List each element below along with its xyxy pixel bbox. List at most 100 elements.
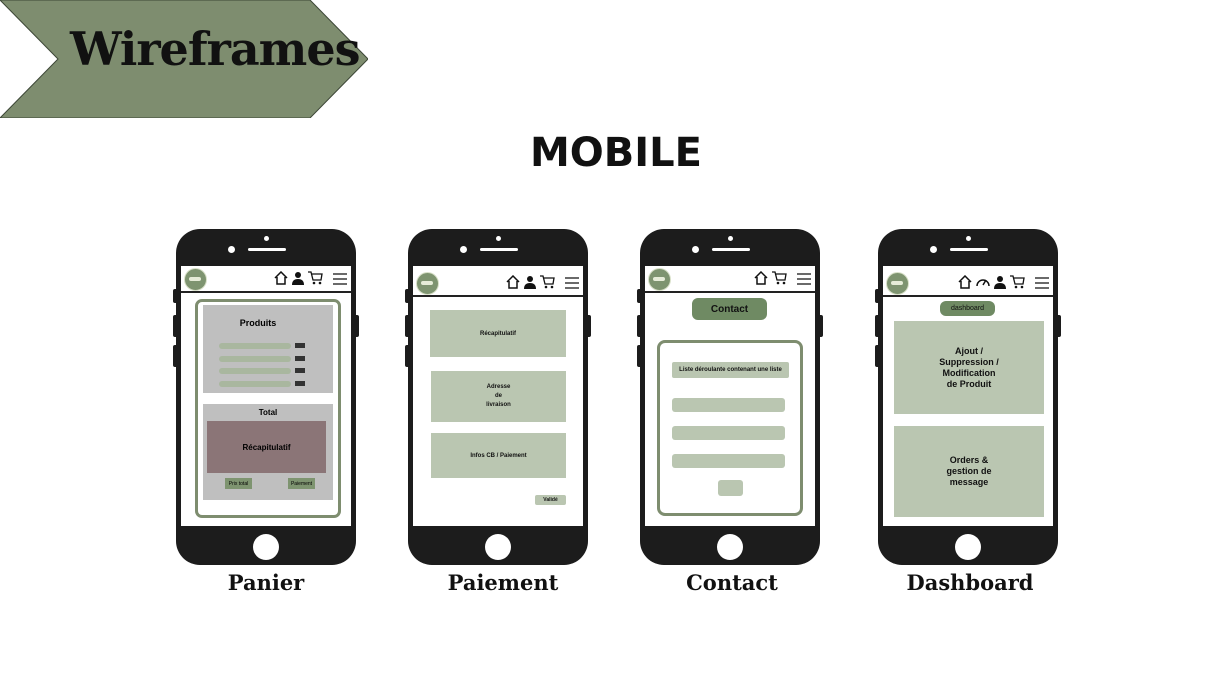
logo[interactable] xyxy=(184,268,207,291)
screen: Contact Liste déroulante contenant une l… xyxy=(645,266,815,526)
total-panel: Total Récapitulatif Prix total Paiement xyxy=(203,404,333,500)
quantity-control[interactable] xyxy=(295,381,305,386)
total-title: Total xyxy=(258,408,278,417)
orders-messages-card[interactable]: Orders & gestion de message xyxy=(894,426,1044,517)
home-button[interactable] xyxy=(955,534,981,560)
contact-title-button[interactable]: Contact xyxy=(692,298,767,320)
paiement-button[interactable]: Paiement xyxy=(288,478,315,489)
home-button[interactable] xyxy=(253,534,279,560)
valide-button[interactable]: Validé xyxy=(535,495,566,505)
screen: Produits Total Récapitulatif Prix total … xyxy=(181,266,351,526)
adresse-card[interactable]: Adresse de livraison xyxy=(431,371,566,422)
camera-dot xyxy=(460,246,467,253)
products-title: Produits xyxy=(239,318,277,328)
camera-dot xyxy=(264,236,269,241)
camera-dot xyxy=(496,236,501,241)
camera-dot xyxy=(930,246,937,253)
screen: dashboard Ajout / Suppression / Modifica… xyxy=(883,266,1053,526)
side-button xyxy=(875,315,880,337)
screen: Récapitulatif Adresse de livraison Infos… xyxy=(413,266,583,526)
user-icon[interactable] xyxy=(524,274,536,293)
camera-dot xyxy=(228,246,235,253)
camera-dot xyxy=(966,236,971,241)
form-field[interactable] xyxy=(672,426,785,440)
quantity-control[interactable] xyxy=(295,356,305,361)
contact-form: Liste déroulante contenant une liste xyxy=(657,340,803,516)
side-button xyxy=(405,345,410,367)
caption-dashboard: Dashboard xyxy=(906,570,1034,595)
nav-icons xyxy=(506,274,579,293)
side-button xyxy=(875,289,880,303)
home-icon[interactable] xyxy=(274,270,288,289)
speaker xyxy=(480,248,518,251)
menu-icon[interactable] xyxy=(1035,274,1049,293)
side-button xyxy=(354,315,359,337)
quantity-control[interactable] xyxy=(295,368,305,373)
product-line[interactable] xyxy=(219,381,291,387)
cart-icon[interactable] xyxy=(1010,274,1025,293)
home-button[interactable] xyxy=(485,534,511,560)
side-button xyxy=(173,345,178,367)
nav-icons xyxy=(754,270,811,289)
menu-icon[interactable] xyxy=(565,274,579,293)
caption-paiement: Paiement xyxy=(447,570,559,595)
speaker xyxy=(248,248,286,251)
menu-icon[interactable] xyxy=(797,270,811,289)
dropdown-list[interactable]: Liste déroulante contenant une liste xyxy=(672,362,789,378)
prix-total-label: Prix total xyxy=(225,478,252,489)
top-nav-bar xyxy=(883,270,1053,297)
speaker xyxy=(712,248,750,251)
side-button xyxy=(586,315,591,337)
form-field[interactable] xyxy=(672,454,785,468)
submit-button[interactable] xyxy=(718,480,743,496)
camera-dot xyxy=(728,236,733,241)
cart-icon[interactable] xyxy=(308,270,323,289)
home-icon[interactable] xyxy=(506,274,520,293)
logo[interactable] xyxy=(648,268,671,291)
top-nav-bar xyxy=(181,266,351,293)
top-nav-bar xyxy=(645,266,815,293)
phone-paiement: Récapitulatif Adresse de livraison Infos… xyxy=(405,229,591,565)
side-button xyxy=(637,315,642,337)
home-icon[interactable] xyxy=(754,270,768,289)
quantity-control[interactable] xyxy=(295,343,305,348)
camera-dot xyxy=(692,246,699,253)
speaker xyxy=(950,248,988,251)
gauge-icon[interactable] xyxy=(976,274,990,293)
product-line[interactable] xyxy=(219,368,291,374)
product-management-card[interactable]: Ajout / Suppression / Modification de Pr… xyxy=(894,321,1044,414)
products-panel: Produits xyxy=(203,305,333,393)
dashboard-title-button[interactable]: dashboard xyxy=(940,301,995,316)
user-icon[interactable] xyxy=(292,270,304,289)
side-button xyxy=(1056,315,1061,337)
logo[interactable] xyxy=(886,272,909,295)
side-button xyxy=(405,315,410,337)
caption-panier: Panier xyxy=(227,570,305,595)
cart-icon[interactable] xyxy=(540,274,555,293)
nav-icons xyxy=(958,274,1049,293)
recap-box: Récapitulatif xyxy=(207,421,326,473)
nav-icons xyxy=(274,270,347,289)
side-button xyxy=(405,289,410,303)
product-line[interactable] xyxy=(219,356,291,362)
phone-dashboard: dashboard Ajout / Suppression / Modifica… xyxy=(875,229,1061,565)
banner-title: Wireframes xyxy=(70,22,360,76)
menu-icon[interactable] xyxy=(333,270,347,289)
side-button xyxy=(818,315,823,337)
side-button xyxy=(173,289,178,303)
payment-info-card[interactable]: Infos CB / Paiement xyxy=(431,433,566,478)
side-button xyxy=(637,289,642,303)
cart-container: Produits Total Récapitulatif Prix total … xyxy=(195,299,341,518)
cart-icon[interactable] xyxy=(772,270,787,289)
home-button[interactable] xyxy=(717,534,743,560)
side-button xyxy=(173,315,178,337)
section-title: MOBILE xyxy=(530,130,702,176)
top-nav-bar xyxy=(413,270,583,297)
home-icon[interactable] xyxy=(958,274,972,293)
product-line[interactable] xyxy=(219,343,291,349)
form-field[interactable] xyxy=(672,398,785,412)
logo[interactable] xyxy=(416,272,439,295)
phone-panier: Produits Total Récapitulatif Prix total … xyxy=(173,229,359,565)
recap-card: Récapitulatif xyxy=(430,310,566,357)
user-icon[interactable] xyxy=(994,274,1006,293)
